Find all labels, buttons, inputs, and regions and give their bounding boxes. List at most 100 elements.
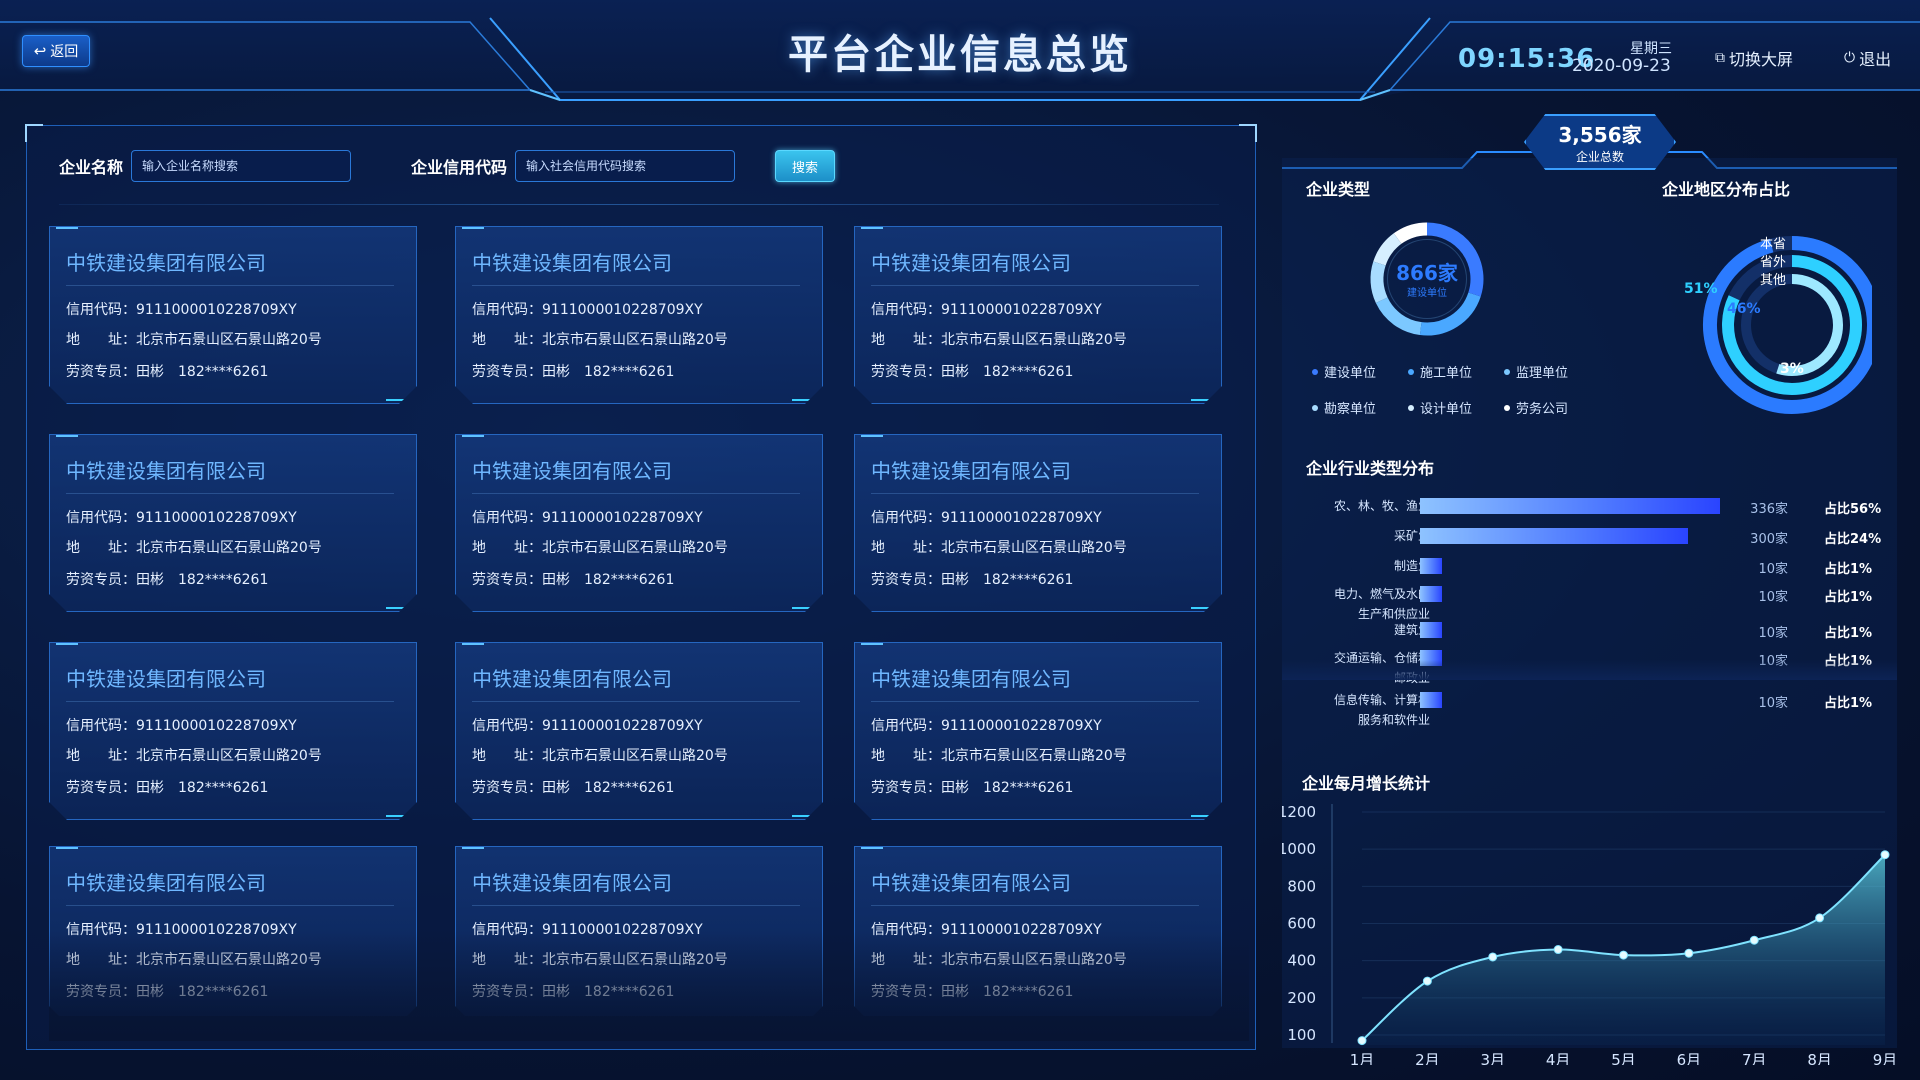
card-contact: 劳资专员：田彬 182****6261 — [871, 364, 1074, 380]
card-company-name: 中铁建设集团有限公司 — [472, 667, 672, 691]
code-search-input[interactable] — [515, 150, 736, 182]
bar-percent: 占比56% — [1824, 502, 1882, 517]
card-company-name: 中铁建设集团有限公司 — [472, 871, 672, 895]
enterprise-cards: 中铁建设集团有限公司 信用代码：9111000010228709XY 地 址：北京市… — [49, 226, 1249, 1016]
y-tick-label: 800 — [1287, 877, 1316, 895]
card-divider — [472, 905, 800, 906]
enterprise-card[interactable]: 中铁建设集团有限公司 信用代码：9111000010228709XY 地 址：北京市… — [854, 226, 1222, 404]
card-contact: 劳资专员：田彬 182****6261 — [472, 780, 675, 796]
total-value: 3,556家 — [1558, 123, 1642, 147]
enterprise-card[interactable]: 中铁建设集团有限公司 信用代码：9111000010228709XY 地 址：北京市… — [455, 642, 823, 820]
legend-dot — [1312, 368, 1318, 375]
donut-slice — [1373, 233, 1402, 266]
x-tick-label: 3月 — [1480, 1051, 1505, 1065]
card-contact: 劳资专员：田彬 182****6261 — [66, 572, 269, 588]
legend-dot — [1408, 368, 1414, 375]
y-tick-label: 200 — [1287, 989, 1316, 1007]
donut-slice — [1375, 297, 1422, 336]
card-address: 地 址：北京市石景山区石景山路20号 — [472, 540, 728, 556]
enterprise-card[interactable]: 中铁建设集团有限公司 信用代码：9111000010228709XY 地 址：北京市… — [455, 434, 823, 612]
card-contact: 劳资专员：田彬 182****6261 — [472, 364, 675, 380]
bar-label: 建筑业 — [1393, 623, 1430, 637]
data-point[interactable] — [1815, 913, 1825, 923]
bar-count: 300家 — [1750, 532, 1788, 547]
bar-count: 336家 — [1750, 502, 1788, 517]
enterprise-card[interactable]: 中铁建设集团有限公司 信用代码：9111000010228709XY 地 址：北京市… — [49, 642, 417, 820]
bar-percent: 占比1% — [1824, 626, 1873, 641]
bar — [1420, 528, 1688, 544]
bar — [1420, 692, 1442, 708]
bar — [1420, 586, 1442, 602]
legend-label: 劳务公司 — [1516, 402, 1569, 417]
legend-item[interactable]: 施工单位 — [1408, 362, 1472, 381]
enterprise-card[interactable]: 中铁建设集团有限公司 信用代码：9111000010228709XY 地 址：北京市… — [455, 846, 823, 1016]
card-company-name: 中铁建设集团有限公司 — [472, 459, 672, 483]
legend-label: 施工单位 — [1420, 366, 1473, 381]
card-address: 地 址：北京市石景山区石景山路20号 — [66, 952, 322, 968]
card-address: 地 址：北京市石景山区石景山路20号 — [66, 748, 322, 764]
data-point[interactable] — [1880, 850, 1890, 860]
card-divider — [66, 905, 394, 906]
enterprise-card[interactable]: 中铁建设集团有限公司 信用代码：9111000010228709XY 地 址：北京市… — [854, 642, 1222, 820]
card-contact: 劳资专员：田彬 182****6261 — [66, 780, 269, 796]
data-point[interactable] — [1422, 976, 1432, 986]
legend-dot — [1504, 368, 1510, 375]
card-company-name: 中铁建设集团有限公司 — [66, 459, 266, 483]
legend-item[interactable]: 劳务公司 — [1504, 398, 1568, 417]
code-search-label: 企业信用代码 — [411, 158, 508, 177]
card-company-name: 中铁建设集团有限公司 — [66, 871, 266, 895]
legend-item[interactable]: 勘察单位 — [1312, 398, 1376, 417]
bar-count: 10家 — [1758, 696, 1788, 711]
bar-percent: 占比1% — [1824, 696, 1873, 711]
card-credit-code: 信用代码：9111000010228709XY — [66, 922, 297, 938]
date: 2020-09-23 — [1572, 56, 1671, 76]
logout-button[interactable]: ⏻ 退出 — [1844, 46, 1891, 70]
enterprise-card[interactable]: 中铁建设集团有限公司 信用代码：9111000010228709XY 地 址：北京市… — [854, 846, 1222, 1016]
card-company-name: 中铁建设集团有限公司 — [871, 667, 1071, 691]
ring-label: 省外 — [1760, 255, 1786, 270]
bar-count: 10家 — [1758, 562, 1788, 577]
legend-item[interactable]: 建设单位 — [1312, 362, 1376, 381]
data-point[interactable] — [1553, 945, 1563, 955]
search-button[interactable]: 搜索 — [775, 150, 836, 182]
total-label: 企业总数 — [1575, 150, 1624, 164]
legend-dot — [1312, 404, 1318, 411]
enterprise-card[interactable]: 中铁建设集团有限公司信用代码：9111000010228709XY 地 址：北京市… — [49, 846, 417, 1016]
bar — [1420, 558, 1442, 574]
legend-item[interactable]: 设计单位 — [1408, 398, 1472, 417]
card-company-name: 中铁建设集团有限公司 — [871, 871, 1071, 895]
data-point[interactable] — [1749, 935, 1759, 945]
ring-percent: 46% — [1727, 301, 1761, 317]
total-badge: 3,556家 企业总数 — [1524, 114, 1676, 170]
card-divider — [66, 701, 394, 702]
bar-count: 10家 — [1758, 590, 1788, 605]
bar-percent: 占比1% — [1824, 590, 1873, 605]
legend-label: 设计单位 — [1420, 402, 1473, 417]
name-search-input[interactable] — [131, 150, 352, 182]
donut-center-label: 建设单位 — [1407, 286, 1447, 299]
enterprise-card[interactable]: 中铁建设集团有限公司 信用代码：9111000010228709XY 地 址：北京市… — [455, 226, 823, 404]
data-point[interactable] — [1488, 952, 1498, 962]
enterprise-card[interactable]: 中铁建设集团有限公司 信用代码：9111000010228709XY 地 址：北京市… — [49, 226, 417, 404]
enterprise-card[interactable]: 中铁建设集团有限公司 信用代码：9111000010228709XY 地 址：北京市… — [49, 434, 417, 612]
card-credit-code: 信用代码：9111000010228709XY — [871, 302, 1102, 318]
y-tick-label: 100 — [1287, 1026, 1316, 1044]
y-tick-label: 400 — [1287, 952, 1316, 970]
bars-fade — [1282, 660, 1897, 680]
data-point[interactable] — [1619, 950, 1628, 960]
name-search-label: 企业名称 — [59, 158, 124, 177]
divider — [59, 204, 1219, 205]
y-tick-label: 1200 — [1282, 803, 1316, 821]
switch-screen-button[interactable]: ⧉ 切换大屏 — [1715, 46, 1793, 70]
bar-label: 农、林、牧、渔业 — [1333, 499, 1430, 513]
legend-item[interactable]: 监理单位 — [1504, 362, 1568, 381]
card-credit-code: 信用代码：9111000010228709XY — [66, 718, 297, 734]
industry-title: 企业行业类型分布 — [1306, 459, 1435, 478]
bar — [1420, 498, 1720, 514]
x-tick-label: 7月 — [1742, 1051, 1767, 1065]
data-point[interactable] — [1684, 948, 1694, 958]
data-point[interactable] — [1357, 1036, 1367, 1046]
card-address: 地 址：北京市石景山区石景山路20号 — [871, 332, 1127, 348]
region-ring-chart: 本省省外其他 51% 46% 3% — [1684, 236, 1872, 414]
enterprise-card[interactable]: 中铁建设集团有限公司 信用代码：9111000010228709XY 地 址：北京市… — [854, 434, 1222, 612]
